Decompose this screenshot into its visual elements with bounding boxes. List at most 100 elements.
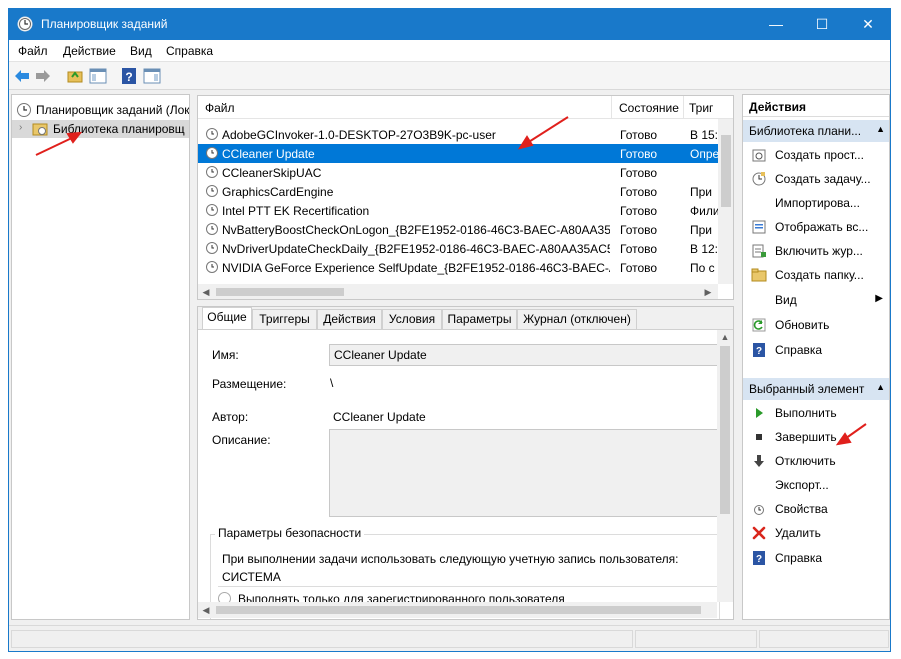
- action-enable-history[interactable]: Включить жур...: [743, 239, 889, 263]
- column-separator[interactable]: [611, 96, 612, 119]
- actions-header: Действия: [743, 95, 889, 117]
- action-delete[interactable]: Удалить: [743, 521, 889, 545]
- refresh-icon: [752, 318, 766, 332]
- back-arrow-icon[interactable]: [13, 67, 31, 85]
- task-row[interactable]: NvDriverUpdateCheckDaily_{B2FE1952-0186-…: [198, 239, 718, 258]
- menu-file[interactable]: Файл: [18, 44, 48, 58]
- close-button[interactable]: ✕: [845, 9, 890, 40]
- tab-general[interactable]: Общие: [202, 307, 252, 330]
- action-label: Отключить: [775, 454, 836, 468]
- scroll-left-icon[interactable]: ◀: [200, 287, 212, 298]
- task-row[interactable]: Intel PTT EK Recertification Готово Фили: [198, 201, 718, 220]
- action-label: Выполнить: [775, 406, 837, 420]
- details-tabs: Общие Триггеры Действия Условия Параметр…: [198, 307, 733, 330]
- title-bar[interactable]: Планировщик заданий — ☐ ✕: [9, 9, 890, 40]
- task-clock-icon: [206, 261, 218, 273]
- scroll-up-icon[interactable]: ▲: [719, 332, 731, 342]
- collapse-icon[interactable]: ▲: [876, 382, 885, 392]
- action-help[interactable]: ? Справка: [743, 338, 889, 362]
- tree-item-label: Библиотека планировщ: [53, 122, 185, 136]
- window-title: Планировщик заданий: [41, 17, 168, 31]
- action-create-task[interactable]: Создать задачу...: [743, 167, 889, 191]
- task-details-pane: Общие Триггеры Действия Условия Параметр…: [197, 306, 734, 620]
- column-header-state[interactable]: Состояние: [619, 101, 679, 115]
- task-state: Готово: [620, 242, 658, 256]
- scrollbar-thumb[interactable]: [216, 606, 701, 614]
- tree-item-root[interactable]: Планировщик заданий (Лок: [12, 101, 189, 119]
- task-row-selected[interactable]: CCleaner Update Готово Опре: [198, 144, 718, 163]
- scrollbar-thumb[interactable]: [721, 135, 731, 207]
- action-run[interactable]: Выполнить: [743, 401, 889, 425]
- action-label: Справка: [775, 343, 823, 357]
- maximize-button[interactable]: ☐: [799, 9, 845, 40]
- create-task-icon: [752, 172, 766, 186]
- svg-text:?: ?: [756, 554, 762, 565]
- tab-history[interactable]: Журнал (отключен): [517, 309, 637, 329]
- task-row[interactable]: NVIDIA GeForce Experience SelfUpdate_{B2…: [198, 258, 718, 277]
- enable-log-icon: [752, 244, 766, 258]
- location-value: \: [330, 376, 334, 390]
- action-label: Включить жур...: [775, 244, 863, 258]
- action-properties[interactable]: Свойства: [743, 497, 889, 521]
- chevron-right-icon[interactable]: ›: [19, 122, 22, 133]
- task-row[interactable]: AdobeGCInvoker-1.0-DESKTOP-27O3B9K-pc-us…: [198, 125, 718, 144]
- task-state: Готово: [620, 204, 658, 218]
- folder-up-icon[interactable]: [66, 67, 84, 85]
- tree-item-library[interactable]: › Библиотека планировщ: [12, 120, 189, 138]
- action-export[interactable]: Экспорт...: [743, 473, 889, 497]
- menu-help[interactable]: Справка: [166, 44, 213, 58]
- scrollbar-thumb[interactable]: [216, 288, 344, 296]
- task-row[interactable]: CCleanerSkipUAC Готово: [198, 163, 718, 182]
- name-field[interactable]: CCleaner Update: [329, 344, 719, 366]
- tab-actions[interactable]: Действия: [317, 309, 382, 329]
- action-display-all[interactable]: Отображать вс...: [743, 215, 889, 239]
- details-vertical-scrollbar[interactable]: ▲: [717, 330, 733, 602]
- section-library-header[interactable]: Библиотека плани... ▲: [743, 120, 889, 142]
- task-scheduler-window: Планировщик заданий — ☐ ✕ Файл Действие …: [8, 8, 891, 652]
- status-segment: [11, 630, 633, 648]
- column-header-name[interactable]: Файл: [205, 101, 235, 115]
- task-list-header: Файл Состояние Триг: [198, 96, 733, 119]
- column-header-trigger[interactable]: Триг: [689, 101, 713, 115]
- action-label: Удалить: [775, 526, 821, 540]
- tab-conditions[interactable]: Условия: [382, 309, 442, 329]
- column-separator[interactable]: [683, 96, 684, 119]
- scroll-right-icon[interactable]: ▶: [702, 287, 714, 298]
- action-new-folder[interactable]: Создать папку...: [743, 263, 889, 287]
- action-disable[interactable]: Отключить: [743, 449, 889, 473]
- status-bar: [9, 625, 890, 651]
- show-hide-console-tree-icon[interactable]: [89, 67, 107, 85]
- collapse-icon[interactable]: ▲: [876, 124, 885, 134]
- action-import[interactable]: Импортирова...: [743, 191, 889, 215]
- task-name: GraphicsCardEngine: [222, 185, 334, 199]
- show-hide-action-pane-icon[interactable]: [143, 67, 161, 85]
- task-row[interactable]: NvBatteryBoostCheckOnLogon_{B2FE1952-018…: [198, 220, 718, 239]
- action-label: Вид: [775, 293, 797, 307]
- action-end[interactable]: Завершить: [743, 425, 889, 449]
- action-help-selected[interactable]: ? Справка: [743, 546, 889, 570]
- stop-icon: [756, 434, 762, 440]
- forward-arrow-icon[interactable]: [34, 67, 52, 85]
- task-list-horizontal-scrollbar[interactable]: ◀ ▶: [198, 284, 718, 299]
- action-label: Создать прост...: [775, 148, 864, 162]
- description-field[interactable]: [329, 429, 719, 517]
- task-list: Файл Состояние Триг AdobeGCInvoker-1.0-D…: [197, 95, 734, 300]
- action-refresh[interactable]: Обновить: [743, 313, 889, 337]
- tab-triggers[interactable]: Триггеры: [252, 309, 317, 329]
- action-create-basic-task[interactable]: Создать прост...: [743, 143, 889, 167]
- menu-action[interactable]: Действие: [63, 44, 116, 58]
- minimize-button[interactable]: —: [753, 9, 799, 40]
- description-label: Описание:: [212, 433, 271, 447]
- create-simple-task-icon: [752, 149, 766, 162]
- task-list-vertical-scrollbar[interactable]: [718, 119, 733, 284]
- section-selected-header[interactable]: Выбранный элемент ▲: [743, 378, 889, 400]
- scroll-left-icon[interactable]: ◀: [200, 605, 212, 616]
- menu-view[interactable]: Вид: [130, 44, 152, 58]
- task-clock-icon: [206, 204, 218, 216]
- tab-settings[interactable]: Параметры: [442, 309, 517, 329]
- details-horizontal-scrollbar[interactable]: ◀: [198, 602, 717, 618]
- task-row[interactable]: GraphicsCardEngine Готово При: [198, 182, 718, 201]
- help-icon[interactable]: ?: [120, 67, 138, 85]
- action-view[interactable]: Вид ▶: [743, 288, 889, 312]
- scrollbar-thumb[interactable]: [720, 346, 730, 514]
